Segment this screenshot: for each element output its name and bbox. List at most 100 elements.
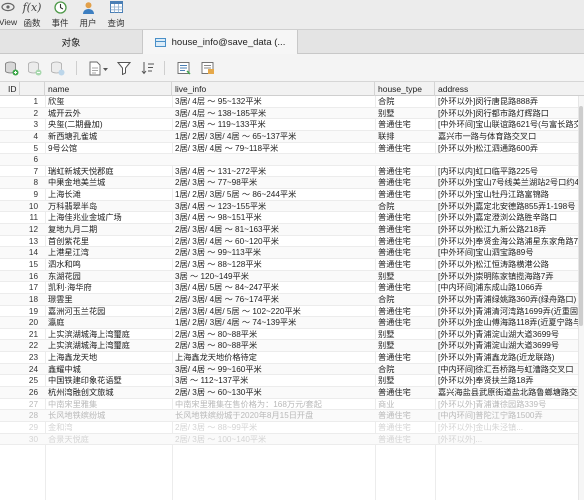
cell-house-type[interactable]: 普通住宅 (375, 236, 435, 248)
cell-address[interactable]: [中外环间]宝山联谊路621号(与富长路交叉 (435, 119, 578, 131)
cell-id[interactable]: 8 (5, 177, 41, 189)
cell-address[interactable]: [外环以外]青浦清河湾路1699弄(近重固路 (435, 306, 578, 318)
cell-name[interactable]: 鑫耀中城 (45, 364, 172, 376)
toolbar-user-button[interactable]: 用户 (76, 0, 100, 30)
cell-id[interactable]: 1 (5, 96, 41, 108)
cell-live-info[interactable]: 长风地铁缤纷城于2020年8月15日开盘 (172, 410, 375, 422)
table-row[interactable]: 26 杭州湾融创文旅城 2居/ 3居 ～ 60~130平米 普通住宅 嘉兴海盐县武原街道… (0, 387, 584, 399)
table-row[interactable]: 29 金和湾 2居/ 3居 ～ 88~99平米 普通住宅 [外环以外]金山朱泾镇... (0, 422, 584, 434)
cell-house-type[interactable]: 普通住宅 (375, 434, 435, 446)
cell-name[interactable]: 城开云外 (45, 108, 172, 120)
cell-address[interactable]: [外环以外]闵行唐昆路888弄 (435, 96, 578, 108)
cell-live-info[interactable]: 2居/ 3居 ～ 77~98平米 (172, 177, 375, 189)
cell-address[interactable]: [中内环间]徐汇吾桥路与虹漕路交叉口 (435, 364, 578, 376)
cell-address[interactable]: [外环以外]青浦谦徐园路339号 (435, 399, 578, 411)
cell-house-type[interactable]: 联排 (375, 131, 435, 143)
cell-house-type[interactable]: 合院 (375, 201, 435, 213)
cell-live-info[interactable]: 2居/ 3居/ 4居 ～ 79~118平米 (172, 143, 375, 155)
cell-house-type[interactable]: 合院 (375, 96, 435, 108)
table-row[interactable]: 2 城开云外 3居/ 4层 ～ 138~185平米 别墅 [外环以外]闵行都市路灯辉路口 (0, 107, 584, 120)
tab-objects[interactable]: 对象 (0, 30, 142, 54)
cell-live-info[interactable]: 1居/ 2居/ 3居/ 4居 ～ 65~137平米 (172, 131, 375, 143)
cell-address[interactable] (435, 154, 578, 166)
header-id[interactable]: ID (5, 82, 45, 96)
cell-name[interactable]: 上海鑫龙天地 (45, 352, 172, 364)
form-view-button[interactable] (176, 60, 192, 76)
cell-live-info[interactable]: 2居/ 3居/ 4居 ～ 81~163平米 (172, 224, 375, 236)
cell-house-type[interactable]: 别墅 (375, 271, 435, 283)
cell-name[interactable]: 9号公馆 (45, 143, 172, 155)
table-row[interactable]: 30 合景天悦庭 2居/ 3居 ～ 100~140平米 普通住宅 [外环以外]... (0, 433, 584, 446)
cell-id[interactable]: 16 (5, 271, 41, 283)
table-row[interactable]: 27 中南宋里雅集 中南宋里雅集在售价格为：168万元/套起 商业 [外环以外]青浦谦徐… (0, 399, 584, 411)
sort-button[interactable] (140, 60, 156, 76)
cell-address[interactable]: [外环以外]青浦绿姚路360弄(绿舟路口) (435, 294, 578, 306)
cell-name[interactable]: 上实滨湖城海上湾璽庭 (45, 340, 172, 352)
cell-address[interactable]: [外环以外]宝山牡丹江路富锦路 (435, 189, 578, 201)
cell-house-type[interactable]: 合院 (375, 294, 435, 306)
cell-live-info[interactable]: 2居/ 3居/ 4居 ～ 60~120平米 (172, 236, 375, 248)
cell-address[interactable]: [中外环间]宝山泗宝路89号 (435, 247, 578, 259)
cell-id[interactable]: 17 (5, 282, 41, 294)
cell-name[interactable]: 上海长滩 (45, 189, 172, 201)
cell-address[interactable]: [外环以外]闵行都市路灯辉路口 (435, 108, 578, 120)
cell-name[interactable]: 万科翡翠半岛 (45, 201, 172, 213)
cell-id[interactable]: 28 (5, 410, 41, 422)
scrollbar-thumb[interactable] (579, 106, 583, 326)
cell-house-type[interactable]: 别墅 (375, 108, 435, 120)
cell-address[interactable]: [外环以外]金山傅海路118弄(近夏宁路与 (435, 317, 578, 329)
cell-house-type[interactable]: 普通住宅 (375, 352, 435, 364)
cell-id[interactable]: 29 (5, 422, 41, 434)
table-row[interactable]: 9 上海长滩 1居/ 2居/ 3居/ 5居 ～ 86~244平米 普通住宅 [外环以外]… (0, 189, 584, 201)
import-menu-button[interactable] (88, 60, 110, 76)
header-name[interactable]: name (45, 82, 172, 96)
cell-id[interactable]: 13 (5, 236, 41, 248)
cell-live-info[interactable]: 2居/ 3居 ～ 60~130平米 (172, 387, 375, 399)
cell-address[interactable]: [外环以外]嘉定北安德路855弄1-198号 (435, 201, 578, 213)
cell-live-info[interactable]: 上海鑫龙天地价格待定 (172, 352, 375, 364)
cell-name[interactable]: 泗水和鸣 (45, 259, 172, 271)
cell-live-info[interactable]: 2居/ 3居 ～ 88~99平米 (172, 422, 375, 434)
cell-house-type[interactable]: 普通住宅 (375, 410, 435, 422)
cell-id[interactable]: 4 (5, 131, 41, 143)
cell-address[interactable]: [外环以外]奉贤扶兰路18弄 (435, 375, 578, 387)
table-row[interactable]: 18 璟雲里 2居/ 3居/ 4居 ～ 76~174平米 合院 [外环以外]青浦绿姚路3… (0, 293, 584, 306)
table-row[interactable]: 4 新西塘孔雀城 1居/ 2居/ 3居/ 4居 ～ 65~137平米 联排 嘉兴市一路与… (0, 130, 584, 143)
cell-id[interactable]: 15 (5, 259, 41, 271)
cell-house-type[interactable]: 普通住宅 (375, 282, 435, 294)
cell-house-type[interactable]: 普通住宅 (375, 224, 435, 236)
table-row[interactable]: 7 瑞虹新城天悦郡庭 3居/ 4居 ～ 131~272平米 普通住宅 [内环以内]虹口临… (0, 166, 584, 178)
table-row[interactable]: 28 长风地铁缤纷城 长风地铁缤纷城于2020年8月15日开盘 普通住宅 [中内环间]普… (0, 410, 584, 422)
cell-id[interactable]: 2 (5, 108, 41, 120)
cell-name[interactable] (45, 154, 172, 166)
cell-address[interactable]: 嘉兴海盐县武原街道盐北路鲁螂塘路交叉 (435, 387, 578, 399)
table-row[interactable]: 8 中果金地美兰城 2居/ 3居 ～ 77~98平米 普通住宅 [外环以外]宝山7号线美… (0, 177, 584, 190)
cell-live-info[interactable]: 3居/ 4居/ 5居 ～ 84~247平米 (172, 282, 375, 294)
cell-name[interactable]: 上实滨湖城海上湾璽庭 (45, 329, 172, 341)
cell-live-info[interactable]: 2居/ 3居/ 4居/ 5居 ～ 102~220平米 (172, 306, 375, 318)
cell-id[interactable]: 5 (5, 143, 41, 155)
cell-address[interactable]: [外环以外]... (435, 434, 578, 446)
cell-name[interactable]: 新西塘孔雀城 (45, 131, 172, 143)
cell-address[interactable]: [外环以外]松江泗通路600弄 (435, 143, 578, 155)
cell-id[interactable]: 19 (5, 306, 41, 318)
cell-id[interactable]: 14 (5, 247, 41, 259)
cell-id[interactable]: 3 (5, 119, 41, 131)
table-row[interactable]: 10 万科翡翠半岛 3居/ 4居 ～ 123~155平米 合院 [外环以外]嘉定北安德路… (0, 200, 584, 213)
cell-id[interactable]: 30 (5, 434, 41, 446)
cell-live-info[interactable]: 3居 ～ 112~137平米 (172, 375, 375, 387)
table-row[interactable]: 3 央玺(二期叠加) 2居/ 3居 ～ 119~133平米 普通住宅 [中外环间]宝山联… (0, 119, 584, 131)
toolbar-query-button[interactable]: 查询 (104, 0, 128, 30)
cell-name[interactable]: 长风地铁缤纷城 (45, 410, 172, 422)
filter-button[interactable] (116, 60, 132, 76)
header-address[interactable]: address (435, 82, 584, 96)
cell-name[interactable]: 东湖花园 (45, 271, 172, 283)
cell-live-info[interactable]: 3居/ 4居 ～ 123~155平米 (172, 201, 375, 213)
cell-house-type[interactable]: 合院 (375, 364, 435, 376)
table-row[interactable]: 21 上实滨湖城海上湾璽庭 2居/ 3居 ～ 80~88平米 别墅 [外环以外]青浦淀山… (0, 329, 584, 341)
cell-id[interactable]: 12 (5, 224, 41, 236)
cell-name[interactable]: 上港星江湾 (45, 247, 172, 259)
cell-name[interactable]: 金和湾 (45, 422, 172, 434)
tab-house-info[interactable]: house_info@save_data (... (142, 30, 298, 54)
cell-house-type[interactable]: 商业 (375, 399, 435, 411)
